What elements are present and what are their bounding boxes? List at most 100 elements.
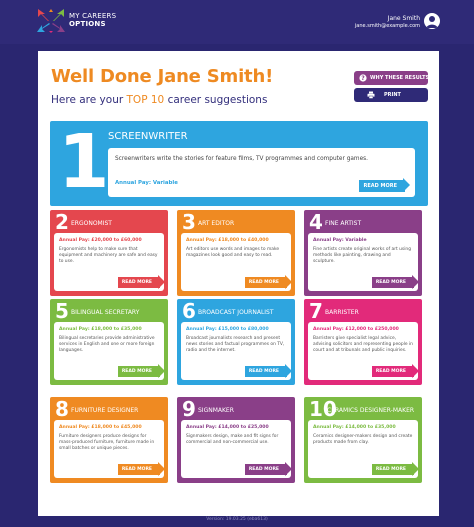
career-details: Screenwriters write the stories for feat… xyxy=(108,148,415,197)
read-more-button[interactable]: READ MORE xyxy=(371,462,420,476)
career-description: Furniture designers produce designs for … xyxy=(59,434,155,451)
read-more-label: READ MORE xyxy=(248,369,279,374)
career-description: Art editors use words and images to make… xyxy=(186,247,280,258)
career-pay: Annual Pay: £18,000 to £40,000 xyxy=(186,238,269,243)
career-title: FINE ARTIST xyxy=(325,220,362,227)
read-more-button[interactable]: READ MORE xyxy=(371,364,420,378)
career-details: Annual Pay: £18,000 to £40,000 Art edito… xyxy=(181,233,293,291)
career-pay: Annual Pay: Variable xyxy=(115,180,178,186)
user-avatar-icon[interactable] xyxy=(424,13,440,29)
career-rank: 3 xyxy=(182,210,196,234)
career-pay: Annual Pay: Variable xyxy=(313,238,367,243)
career-pay: Annual Pay: £18,000 to £45,000 xyxy=(59,425,142,430)
question-icon: ? xyxy=(359,74,367,82)
career-details: Annual Pay: £14,000 to £35,000 Ceramics … xyxy=(308,420,420,478)
career-rank: 8 xyxy=(55,397,69,421)
read-more-button[interactable]: READ MORE xyxy=(117,462,166,476)
career-details: Annual Pay: £20,000 to £60,000 Ergonomis… xyxy=(54,233,166,291)
career-card-1: 1 SCREENWRITER Screenwriters write the s… xyxy=(50,121,428,206)
career-rank: 6 xyxy=(182,299,196,323)
career-title: SIGNMAKER xyxy=(198,407,234,414)
career-card-4: 4 FINE ARTIST Annual Pay: Variable Fine … xyxy=(304,210,422,296)
career-card-8: 8 FURNITURE DESIGNER Annual Pay: £18,000… xyxy=(50,397,168,483)
career-rank: 4 xyxy=(309,210,323,234)
read-more-label: READ MORE xyxy=(121,280,152,285)
career-card-10: 10 CERAMICS DESIGNER-MAKER Annual Pay: £… xyxy=(304,397,422,483)
logo-arrows-icon[interactable] xyxy=(36,9,66,33)
print-button[interactable]: PRINT xyxy=(354,88,428,102)
logo-line-1: MY CAREERS xyxy=(69,12,117,20)
page-subtitle: Here are your TOP 10 career suggestions xyxy=(51,94,267,106)
career-rank: 2 xyxy=(55,210,69,234)
career-title: ART EDITOR xyxy=(198,220,235,227)
subtitle-prefix: Here are your xyxy=(51,94,127,106)
career-card-3: 3 ART EDITOR Annual Pay: £18,000 to £40,… xyxy=(177,210,295,296)
career-pay: Annual Pay: £18,000 to £35,000 xyxy=(59,327,142,332)
read-more-button[interactable]: READ MORE xyxy=(117,364,166,378)
logo-text[interactable]: MY CAREERS OPTIONS xyxy=(69,12,116,28)
printer-icon xyxy=(367,91,375,99)
site-header: MY CAREERS OPTIONS Jane Smith jane.smith… xyxy=(0,0,474,44)
career-rank: 1 xyxy=(58,119,110,205)
career-title: BROADCAST JOURNALIST xyxy=(198,309,274,316)
career-pay: Annual Pay: £14,000 to £35,000 xyxy=(313,425,396,430)
read-more-label: READ MORE xyxy=(248,467,279,472)
user-email: jane.smith@example.com xyxy=(354,23,420,29)
career-details: Annual Pay: £18,000 to £45,000 Furniture… xyxy=(54,420,166,478)
why-these-results-button[interactable]: ? WHY THESE RESULTS? xyxy=(354,71,432,85)
career-card-7: 7 BARRISTER Annual Pay: £12,000 to £250,… xyxy=(304,299,422,385)
read-more-button[interactable]: READ MORE xyxy=(117,275,166,289)
career-title: CERAMICS DESIGNER-MAKER xyxy=(327,407,415,414)
career-card-6: 6 BROADCAST JOURNALIST Annual Pay: £15,0… xyxy=(177,299,295,385)
read-more-label: READ MORE xyxy=(121,369,152,374)
career-description: Bilingual secretaries provide administra… xyxy=(59,336,155,353)
career-description: Fine artists create original works of ar… xyxy=(313,247,411,264)
user-name: Jane Smith xyxy=(387,15,420,22)
logo-line-2: OPTIONS xyxy=(69,20,106,28)
career-title: BILINGUAL SECRETARY xyxy=(71,309,140,316)
subtitle-highlight: TOP 10 xyxy=(126,94,165,106)
career-description: Ceramics designer-makers design and crea… xyxy=(313,434,413,445)
career-pay: Annual Pay: £20,000 to £60,000 xyxy=(59,238,142,243)
career-details: Annual Pay: £15,000 to £80,000 Broadcast… xyxy=(181,322,293,380)
read-more-button[interactable]: READ MORE xyxy=(371,275,420,289)
why-button-label: WHY THESE RESULTS? xyxy=(370,75,433,81)
career-details: Annual Pay: £12,000 to £250,000 Barriste… xyxy=(308,322,420,380)
career-description: Broadcast journalists research and prese… xyxy=(186,336,285,353)
career-pay: Annual Pay: £12,000 to £250,000 xyxy=(313,327,399,332)
svg-text:?: ? xyxy=(361,75,365,82)
read-more-label: READ MORE xyxy=(375,369,406,374)
read-more-label: READ MORE xyxy=(375,467,406,472)
read-more-button[interactable]: READ MORE xyxy=(244,275,293,289)
career-description: Ergonomists help to make sure that equip… xyxy=(59,247,158,264)
career-title: SCREENWRITER xyxy=(108,131,188,142)
results-panel: Well Done Jane Smith! Here are your TOP … xyxy=(38,51,439,516)
career-details: Annual Pay: £14,000 to £25,000 Signmaker… xyxy=(181,420,293,478)
career-rank: 9 xyxy=(182,397,196,421)
read-more-label: READ MORE xyxy=(248,280,279,285)
career-details: Annual Pay: £18,000 to £35,000 Bilingual… xyxy=(54,322,166,380)
career-description: Signmakers design, make and fit signs fo… xyxy=(186,434,279,445)
career-title: BARRISTER xyxy=(325,309,359,316)
career-card-2: 2 ERGONOMIST Annual Pay: £20,000 to £60,… xyxy=(50,210,168,296)
career-rank: 7 xyxy=(309,299,323,323)
read-more-label: READ MORE xyxy=(121,467,152,472)
career-card-5: 5 BILINGUAL SECRETARY Annual Pay: £18,00… xyxy=(50,299,168,385)
read-more-label: READ MORE xyxy=(375,280,406,285)
career-rank: 5 xyxy=(55,299,69,323)
career-title: FURNITURE DESIGNER xyxy=(71,407,139,414)
read-more-button[interactable]: READ MORE xyxy=(244,364,293,378)
career-card-9: 9 SIGNMAKER Annual Pay: £14,000 to £25,0… xyxy=(177,397,295,483)
page-title: Well Done Jane Smith! xyxy=(51,66,274,87)
career-pay: Annual Pay: £15,000 to £80,000 xyxy=(186,327,269,332)
read-more-label: READ MORE xyxy=(363,183,397,189)
print-button-label: PRINT xyxy=(384,92,401,98)
career-description: Barristers give specialist legal advice,… xyxy=(313,336,413,353)
read-more-button[interactable]: READ MORE xyxy=(244,462,293,476)
read-more-button[interactable]: READ MORE xyxy=(359,178,410,192)
career-pay: Annual Pay: £14,000 to £25,000 xyxy=(186,425,269,430)
version-footer: Version: 19.03.25 (eba613) xyxy=(206,517,268,522)
career-description: Screenwriters write the stories for feat… xyxy=(115,156,369,162)
career-details: Annual Pay: Variable Fine artists create… xyxy=(308,233,420,291)
subtitle-suffix: career suggestions xyxy=(164,94,268,106)
